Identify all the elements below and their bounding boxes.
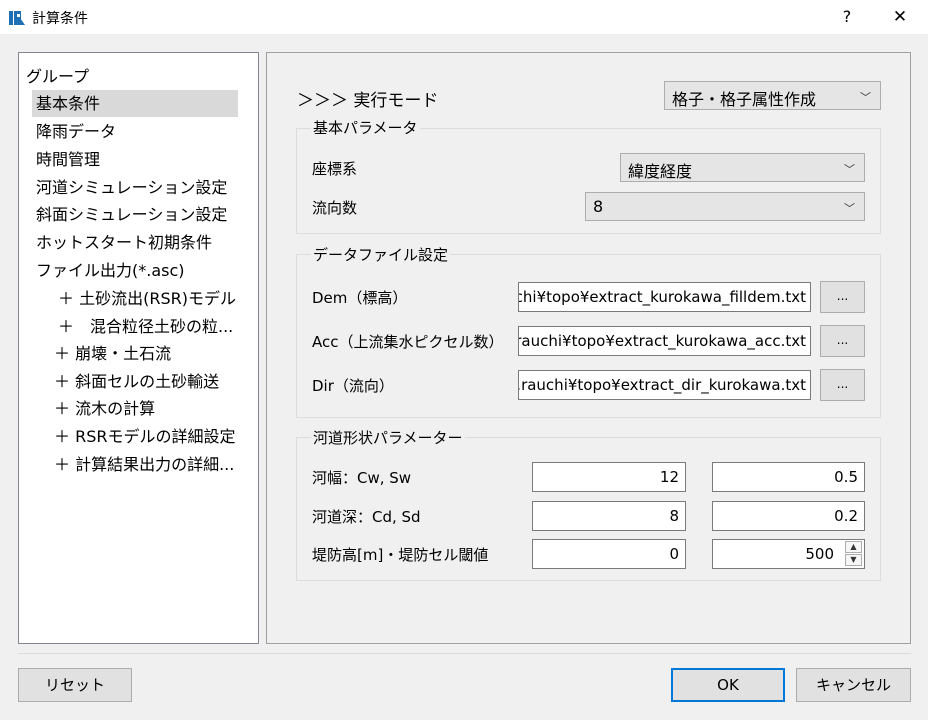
tree-item-rsr-model[interactable]: ＋ 土砂流出(RSR)モデル <box>54 285 236 312</box>
flow-direction-select[interactable]: 8 ﹀ <box>585 192 865 221</box>
channel-shape-title: 河道形状パラメーター <box>311 427 465 448</box>
basic-params-title: 基本パラメータ <box>311 117 420 138</box>
reset-button[interactable]: リセット <box>18 668 132 702</box>
flow-direction-label: 流向数 <box>312 199 358 217</box>
tree-item-basic-conditions[interactable]: 基本条件 <box>32 90 238 117</box>
tree-header: グループ <box>26 67 90 86</box>
levee-threshold-input[interactable]: 500 <box>712 539 865 569</box>
coord-system-value: 緯度経度 <box>628 162 693 181</box>
levee-label: 堤防高[m]・堤防セル閾値 <box>312 546 489 564</box>
acc-browse-button[interactable]: ... <box>820 325 865 357</box>
channel-width-label: 河幅：Cw, Sw <box>312 469 412 487</box>
dir-browse-button[interactable]: ... <box>820 369 865 401</box>
run-mode-label: ＞＞＞ 実行モード <box>297 91 439 111</box>
flow-direction-value: 8 <box>593 197 604 216</box>
chevron-down-icon: ﹀ <box>860 91 871 104</box>
acc-path-value: ...rauchi¥topo¥extract_kurokawa_acc.txt <box>518 332 806 350</box>
dem-label: Dem（標高） <box>312 289 408 307</box>
tree-item-file-output[interactable]: ファイル出力(*.asc) <box>32 257 185 284</box>
tree-item-slope-sediment[interactable]: ＋ 斜面セルの土砂輸送 <box>50 368 219 395</box>
ok-button[interactable]: OK <box>671 668 785 702</box>
acc-path-input[interactable]: ...rauchi¥topo¥extract_kurokawa_acc.txt <box>518 326 811 356</box>
dir-path-value: ...rauchi¥topo¥extract_dir_kurokawa.txt <box>518 376 806 394</box>
tree-item-rainfall[interactable]: 降雨データ <box>32 118 116 145</box>
data-file-title: データファイル設定 <box>311 244 451 265</box>
run-mode-select[interactable]: 格子・格子属性作成 ﹀ <box>664 81 881 110</box>
tree-item-hotstart[interactable]: ホットスタート初期条件 <box>32 229 212 256</box>
channel-depth-cd-input[interactable]: 8 <box>532 501 686 531</box>
chevron-down-icon: ﹀ <box>844 202 855 215</box>
channel-depth-label: 河道深：Cd, Sd <box>312 508 421 526</box>
cancel-button[interactable]: キャンセル <box>796 668 911 702</box>
tree-item-slope-sim[interactable]: 斜面シミュレーション設定 <box>32 201 227 228</box>
tree-item-collapse-debris[interactable]: ＋ 崩壊・土石流 <box>50 340 171 367</box>
spin-up-icon[interactable]: ▲ <box>845 541 862 553</box>
title-bar: 計算条件 ? ✕ <box>0 0 928 34</box>
dir-path-input[interactable]: ...rauchi¥topo¥extract_dir_kurokawa.txt <box>518 370 811 400</box>
spin-down-icon[interactable]: ▼ <box>845 554 862 566</box>
dem-browse-button[interactable]: ... <box>820 281 865 313</box>
dem-path-input[interactable]: ...chi¥topo¥extract_kurokawa_filldem.txt <box>518 282 811 312</box>
tree-item-rsr-detail[interactable]: ＋ RSRモデルの詳細設定 <box>50 423 235 450</box>
dir-label: Dir（流向） <box>312 377 394 395</box>
acc-label: Acc（上流集水ピクセル数） <box>312 333 504 351</box>
window-title: 計算条件 <box>32 11 88 27</box>
run-mode-value: 格子・格子属性作成 <box>672 90 817 109</box>
tree-item-driftwood[interactable]: ＋ 流木の計算 <box>50 395 155 422</box>
dem-path-value: ...chi¥topo¥extract_kurokawa_filldem.txt <box>518 288 806 306</box>
coord-system-label: 座標系 <box>312 160 358 178</box>
tree-item-channel-sim[interactable]: 河道シミュレーション設定 <box>32 174 227 201</box>
channel-width-cw-input[interactable]: 12 <box>532 462 686 492</box>
close-button[interactable]: ✕ <box>884 4 916 30</box>
tree-item-time[interactable]: 時間管理 <box>32 146 100 173</box>
tree-item-mixed-sediment[interactable]: ＋ 混合粒径土砂の粒... <box>54 313 233 340</box>
tree-item-output-detail[interactable]: ＋ 計算結果出力の詳細... <box>50 451 234 478</box>
levee-height-input[interactable]: 0 <box>532 539 686 569</box>
footer-separator <box>18 653 911 654</box>
help-button[interactable]: ? <box>831 4 863 30</box>
channel-depth-sd-input[interactable]: 0.2 <box>712 501 865 531</box>
coord-system-select[interactable]: 緯度経度 ﹀ <box>620 153 865 182</box>
chevron-down-icon: ﹀ <box>844 163 855 176</box>
iric-app-icon <box>9 11 25 25</box>
channel-width-sw-input[interactable]: 0.5 <box>712 462 865 492</box>
